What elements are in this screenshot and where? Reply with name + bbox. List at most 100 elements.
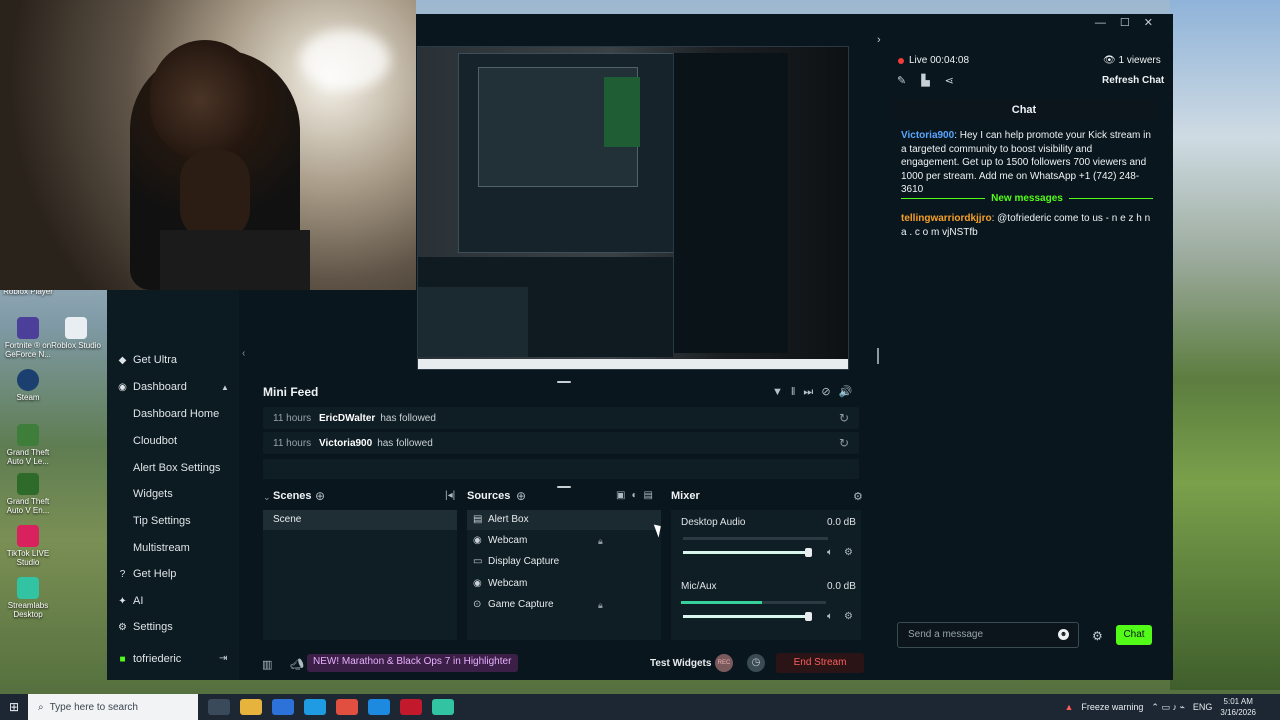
speaker-icon[interactable]: 🔈︎ xyxy=(827,547,833,558)
gear-icon: ⚙ xyxy=(118,621,127,633)
feed-empty-row xyxy=(263,459,859,479)
chat-toolbar[interactable]: ✎▙⋖ xyxy=(897,74,969,87)
add-scene-icon[interactable]: ⊕ xyxy=(315,489,325,503)
transition-icon[interactable]: |◂| xyxy=(445,490,455,501)
chat-message: tellingwarriordkjjro: @tofriederic come … xyxy=(901,212,1153,239)
window-controls[interactable]: —☐✕ xyxy=(1095,16,1167,29)
source-item[interactable]: ◉ Webcam xyxy=(473,578,527,589)
sidebar-item-get-help[interactable]: ? Get Help xyxy=(117,568,177,580)
clock[interactable]: 5:01 AM 3/16/2026 xyxy=(1220,696,1256,718)
chevron-up-icon[interactable]: ▲ xyxy=(221,383,229,392)
language-indicator[interactable]: ENG xyxy=(1193,702,1213,712)
chrome-icon[interactable] xyxy=(336,699,358,715)
desktop-icon-steam[interactable]: Steam xyxy=(0,369,56,402)
sidebar-item-settings[interactable]: ⚙ Settings xyxy=(117,621,173,633)
store-icon[interactable] xyxy=(272,699,294,715)
system-tray: ▲ Freeze warning ⌃ ▭ ♪ ⌁ ENG 5:01 AM 3/16… xyxy=(1064,694,1256,720)
feed-time: 11 hours xyxy=(273,412,312,424)
mini-feed-toolbar[interactable]: ▼ǁ⏭⊘🔊 xyxy=(772,385,860,399)
outlook-icon[interactable] xyxy=(304,699,326,715)
feed-user[interactable]: Victoria900 xyxy=(319,438,372,449)
desktop-icon-tiktok-live[interactable]: TikTok LIVE Studio xyxy=(0,525,56,567)
audio-meter xyxy=(683,537,828,540)
desktop-icon-gta-legacy[interactable]: Grand Theft Auto V Le... xyxy=(0,424,56,466)
volume-slider[interactable] xyxy=(683,615,810,618)
sidebar-item-profile[interactable]: ■ tofriederic xyxy=(117,653,181,665)
emoji-icon[interactable]: ☻ xyxy=(1058,629,1069,640)
gear-icon[interactable]: ⚙ xyxy=(844,547,853,558)
sidebar-item-multistream[interactable]: Multistream xyxy=(133,542,190,554)
sidebar-item-widgets[interactable]: Widgets xyxy=(133,488,173,500)
sidebar-item-dashboard-home[interactable]: Dashboard Home xyxy=(133,408,219,420)
desktop-icon-gta-enhanced[interactable]: Grand Theft Auto V En... xyxy=(0,473,56,515)
scenes-title: Scenes xyxy=(273,490,312,502)
source-item[interactable]: ⊙ Game Capture xyxy=(473,599,554,610)
stream-preview[interactable] xyxy=(417,46,849,370)
sidebar-item-alert-box-settings[interactable]: Alert Box Settings xyxy=(133,462,220,474)
acrobat-icon[interactable] xyxy=(400,699,422,715)
clock-date: 3/16/2026 xyxy=(1220,708,1256,717)
promo-banner[interactable]: NEW! Marathon & Black Ops 7 in Highlight… xyxy=(307,654,519,672)
windows-taskbar: ⊞ ⌕ Type here to search ▲ Freeze warning … xyxy=(0,694,1280,720)
replay-buffer-button[interactable]: ◷ xyxy=(747,654,765,672)
chat-username[interactable]: tellingwarriordkjjro xyxy=(901,213,992,224)
resize-handle[interactable] xyxy=(877,348,879,364)
refresh-chat-button[interactable]: Refresh Chat xyxy=(1102,75,1164,86)
source-item[interactable]: ▭ Display Capture xyxy=(473,556,559,567)
chat-username[interactable]: Victoria900 xyxy=(901,130,954,141)
volume-knob[interactable] xyxy=(805,612,812,621)
sidebar-item-cloudbot[interactable]: Cloudbot xyxy=(133,435,177,447)
desktop-icon-label: Grand Theft Auto V En... xyxy=(6,497,50,515)
sidebar-item-get-ultra[interactable]: ◆ Get Ultra xyxy=(117,354,177,366)
send-chat-button[interactable]: Chat xyxy=(1116,625,1152,645)
stats-icon[interactable]: ▥ xyxy=(262,658,272,671)
add-source-icon[interactable]: ⊕ xyxy=(516,489,526,503)
desktop-icon-roblox-studio[interactable]: Roblox Studio xyxy=(48,317,104,350)
feed-action: has followed xyxy=(380,412,436,424)
scene-item[interactable]: Scene xyxy=(263,510,457,530)
weather-warning[interactable]: Freeze warning xyxy=(1081,702,1143,712)
sidebar-item-label: Get Ultra xyxy=(133,354,178,366)
tray-icons[interactable]: ⌃ ▭ ♪ ⌁ xyxy=(1151,702,1184,713)
volume-knob[interactable] xyxy=(805,548,812,557)
sidebar-item-ai[interactable]: ✦ AI xyxy=(117,595,143,607)
feed-user[interactable]: EricDWalter xyxy=(319,413,375,424)
divider-line xyxy=(1068,197,1153,199)
speaker-icon[interactable]: 🔈︎ xyxy=(827,611,833,622)
desktop-icon-streamlabs[interactable]: Streamlabs Desktop xyxy=(0,577,56,619)
desktop-wallpaper xyxy=(1170,0,1280,690)
source-item[interactable]: ◉ Webcam xyxy=(473,535,527,546)
chevron-right-icon[interactable]: › xyxy=(877,34,881,46)
end-stream-button[interactable]: End Stream xyxy=(776,653,864,673)
chevron-left-icon[interactable]: ‹ xyxy=(242,348,245,359)
chevron-down-icon[interactable]: ⌄ xyxy=(263,492,271,503)
sidebar-item-dashboard[interactable]: ◉ Dashboard xyxy=(117,381,187,393)
file-explorer-icon[interactable] xyxy=(240,699,262,715)
gear-icon[interactable]: ⚙ xyxy=(1092,629,1103,643)
source-tools-icon[interactable]: ▣◐▤ xyxy=(616,490,659,501)
sidebar-item-label: Dashboard xyxy=(133,381,187,393)
edge-icon[interactable] xyxy=(368,699,390,715)
sidebar-item-tip-settings[interactable]: Tip Settings xyxy=(133,515,191,527)
lock-icon[interactable]: 🔒︎ xyxy=(598,600,603,611)
source-item[interactable]: ▤ Alert Box xyxy=(473,514,529,525)
mixer-title: Mixer xyxy=(671,490,700,502)
chat-input[interactable]: Send a message xyxy=(897,622,1079,648)
windows-start-icon[interactable]: ⊞ xyxy=(0,700,28,714)
test-widgets-button[interactable]: Test Widgets xyxy=(650,658,711,669)
sidebar: ◆ Get Ultra ◉ Dashboard ▲ Dashboard Home C… xyxy=(107,290,239,680)
replay-icon[interactable]: ↻ xyxy=(839,411,849,425)
resize-handle[interactable] xyxy=(557,381,571,383)
logout-icon[interactable]: ⇥ xyxy=(219,653,227,664)
gear-icon[interactable]: ⚙ xyxy=(853,490,863,503)
gear-icon[interactable]: ⚙ xyxy=(844,611,853,622)
lock-icon[interactable]: 🔒︎ xyxy=(598,536,603,547)
replay-icon[interactable]: ↻ xyxy=(839,436,849,450)
megaphone-icon[interactable]: 📣︎ xyxy=(290,658,304,671)
taskbar-search[interactable]: ⌕ Type here to search xyxy=(28,694,198,720)
task-view-icon[interactable] xyxy=(208,699,230,715)
record-button[interactable]: REC xyxy=(715,654,733,672)
resize-handle[interactable] xyxy=(557,486,571,488)
streamlabs-taskbar-icon[interactable] xyxy=(432,699,454,715)
volume-slider[interactable] xyxy=(683,551,810,554)
